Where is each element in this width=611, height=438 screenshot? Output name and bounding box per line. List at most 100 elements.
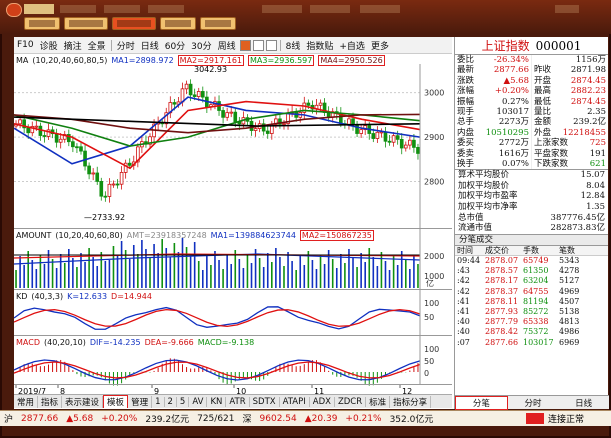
toolbar-item[interactable]: 60分 xyxy=(162,39,188,52)
stat-label: 总市值 xyxy=(458,212,484,223)
alert-icon[interactable] xyxy=(526,413,544,424)
candle-body xyxy=(225,112,229,118)
indicator-tab[interactable]: 标准 xyxy=(366,395,391,408)
indicator-tab[interactable]: SDTX xyxy=(250,396,280,407)
toolbar-item[interactable]: 8线 xyxy=(283,39,304,52)
chart-type-icon[interactable] xyxy=(252,39,264,51)
panel-divider[interactable] xyxy=(14,228,452,229)
menu-item[interactable] xyxy=(148,5,184,13)
indicator-tab[interactable]: ATR xyxy=(226,396,250,407)
stat-label: 加权平均市净率 xyxy=(458,202,518,213)
menu-item[interactable] xyxy=(310,5,350,13)
indicator-tab[interactable]: 2 xyxy=(165,396,177,407)
indicator-tab[interactable]: ADX xyxy=(310,396,335,407)
quick-button[interactable] xyxy=(200,17,236,30)
trade-row[interactable]: :41 2877.93 85272 5138 xyxy=(455,307,608,317)
indicator-tab[interactable]: 常用 xyxy=(14,395,39,408)
stat-row: 加权平均市盈率 12.84 xyxy=(455,191,608,202)
amount-ma1-value: MA1=139884623744 xyxy=(210,231,296,240)
sh-change: ▲5.68 xyxy=(66,413,94,424)
trade-row[interactable]: 09:44 2878.07 65749 5343 xyxy=(455,256,608,266)
trades-list[interactable]: 09:44 2878.07 65749 5343:43 2878.57 61350 4278… xyxy=(455,256,608,348)
trade-cell: 2878.07 xyxy=(485,256,519,266)
chart-area[interactable]: 3000 2900 2800 3042.93 —2733.92 2000 100 0 亿 100 5… xyxy=(14,54,452,396)
trades-col-header: 成交价 xyxy=(485,245,509,255)
main-window: F10 诊股 摘注 全景 分时 日线 60分 30分 周线 8线 指数贴 +自选 更多 3000 2900… xyxy=(14,37,609,410)
quick-button[interactable] xyxy=(64,17,108,30)
menu-item[interactable] xyxy=(60,5,96,13)
panel-divider[interactable] xyxy=(14,335,452,336)
indicator-tab[interactable]: ATAPI xyxy=(280,396,310,407)
quote-value: 0.07% xyxy=(501,158,529,169)
trade-cell: 5138 xyxy=(559,306,580,316)
panel-divider[interactable] xyxy=(14,289,452,290)
toolbar-item[interactable]: 全景 xyxy=(85,39,109,52)
indicator-tab[interactable]: 5 xyxy=(177,396,190,407)
trade-row[interactable]: :41 2878.11 81194 4507 xyxy=(455,297,608,307)
quick-button[interactable] xyxy=(160,17,196,30)
quote-cell: 最高 2882.23 xyxy=(531,86,608,97)
amt-value: AMT=23918357248 xyxy=(126,231,207,240)
quote-value: 1156万 xyxy=(575,55,606,65)
indicator-tab[interactable]: KN xyxy=(207,396,227,407)
toolbar-item[interactable]: 摘注 xyxy=(61,39,85,52)
trade-row[interactable]: :42 2878.17 63204 5127 xyxy=(455,276,608,286)
toolbar-item[interactable]: 30分 xyxy=(188,39,214,52)
quote-row: 涨跌 ▲5.68 开盘 2874.45 xyxy=(455,75,608,87)
stat-label: 加权平均股价 xyxy=(458,180,510,191)
k-value: K=12.633 xyxy=(67,292,108,301)
toolbar-item[interactable]: +自选 xyxy=(336,39,368,52)
indicator-tab[interactable]: 表示建设 xyxy=(62,395,104,408)
candle-body xyxy=(233,111,238,123)
d-value: D=14.944 xyxy=(111,292,152,301)
menu-item[interactable] xyxy=(262,5,302,13)
trade-row[interactable]: :40 2877.79 65338 4813 xyxy=(455,317,608,327)
indicator-tab[interactable]: 管理 xyxy=(128,395,153,408)
toolbar-item[interactable]: 诊股 xyxy=(37,39,61,52)
menu-item[interactable] xyxy=(555,5,579,13)
toolbar-item[interactable]: 指数贴 xyxy=(303,39,336,52)
chart-type-icon[interactable] xyxy=(265,39,277,51)
indicator-tab[interactable]: 指标分享 xyxy=(390,395,432,408)
quote-value: 239.2亿 xyxy=(573,117,606,128)
quote-cell: 开盘 2874.45 xyxy=(531,75,608,87)
indicator-tab[interactable]: 1 xyxy=(152,396,165,407)
toolbar-item[interactable]: F10 xyxy=(14,40,37,50)
toolbar-item[interactable]: 日线 xyxy=(138,39,162,52)
chart-type-icon[interactable] xyxy=(239,39,251,51)
candle-body xyxy=(192,94,197,97)
sh-price: 2877.66 xyxy=(21,413,59,424)
quote-label: 涨跌 xyxy=(457,75,475,86)
indicator-tab[interactable]: ZDCR xyxy=(335,396,367,407)
quote-value: 0.27% xyxy=(501,96,529,107)
toolbar-item[interactable]: 分时 xyxy=(114,39,138,52)
right-tab[interactable]: 分笔 xyxy=(455,395,508,410)
quote-cell: 振幅 0.27% xyxy=(455,97,531,107)
trade-cell: 103017 xyxy=(523,337,554,347)
indicator-tab[interactable]: 模板 xyxy=(103,395,129,408)
kd-axis-label: 100 xyxy=(424,299,439,308)
quote-row: 涨幅 +0.20% 最高 2882.23 xyxy=(455,86,608,97)
quick-button[interactable] xyxy=(24,17,60,30)
trade-cell: :41 xyxy=(457,296,470,306)
trade-row[interactable]: :40 2878.42 75372 4986 xyxy=(455,327,608,337)
indicator-tab[interactable]: AV xyxy=(189,396,208,407)
right-tab[interactable]: 日线 xyxy=(558,397,609,409)
menu-item[interactable] xyxy=(104,5,140,13)
quick-button-active[interactable] xyxy=(112,17,156,30)
menu-item[interactable] xyxy=(360,5,400,13)
trade-row[interactable]: :07 2877.66 103017 6969 xyxy=(455,338,608,348)
quote-label: 委卖 xyxy=(457,148,475,159)
toolbar-item[interactable]: 更多 xyxy=(368,39,392,52)
candle-body xyxy=(387,140,392,143)
trade-cell: 65338 xyxy=(523,317,549,327)
indicator-tab[interactable]: 指标 xyxy=(38,395,63,408)
trade-row[interactable]: :42 2878.37 64755 4969 xyxy=(455,287,608,297)
toolbar-item[interactable]: 周线 xyxy=(215,39,239,52)
quote-value: 10510295 xyxy=(485,127,529,138)
quote-row: 委卖 1616万 平盘家数 191 xyxy=(455,148,608,159)
trade-row[interactable]: :43 2878.57 61350 4278 xyxy=(455,266,608,276)
right-tab[interactable]: 分时 xyxy=(508,397,559,409)
quote-panel: 上证指数 000001 委比 -26.34% 1156万 最新 2877.66 昨收 287… xyxy=(454,37,609,410)
quote-value: 2882.23 xyxy=(570,86,606,97)
